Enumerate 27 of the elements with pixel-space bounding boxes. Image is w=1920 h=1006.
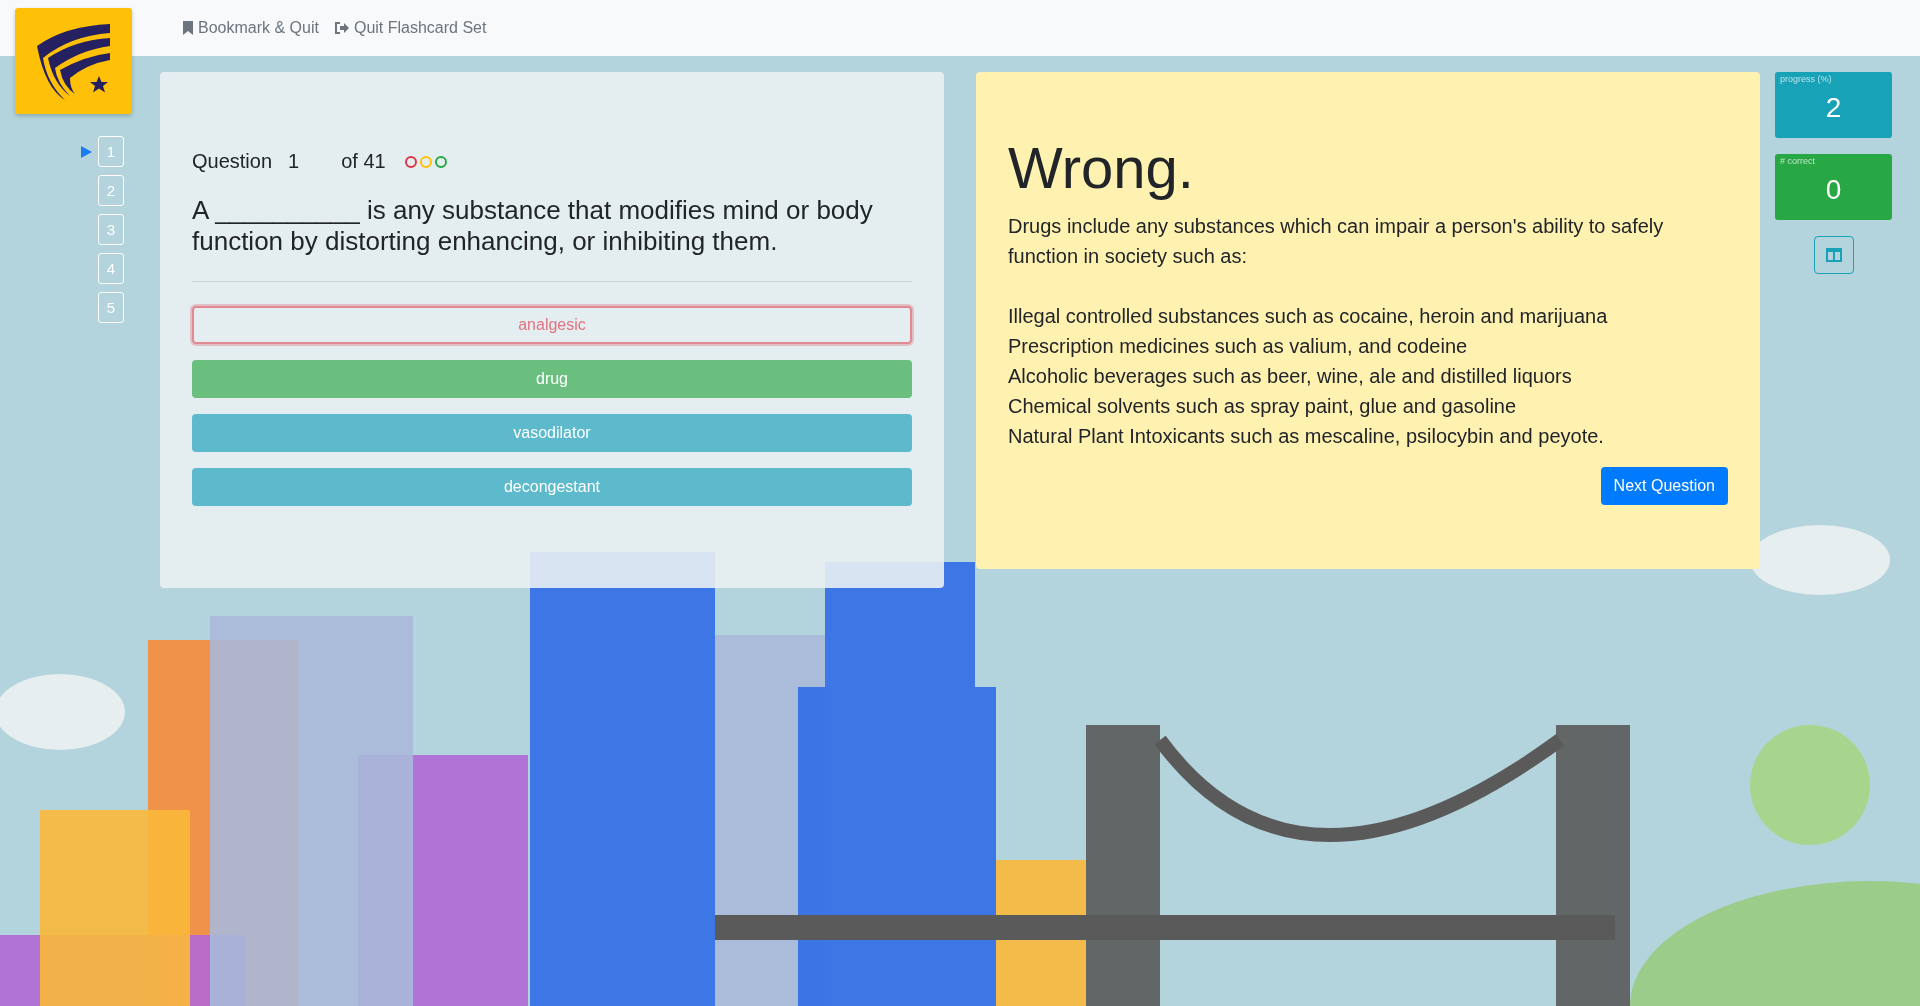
question-number-button[interactable]: 2: [98, 175, 124, 206]
question-label: Question: [192, 150, 273, 173]
feedback-title: Wrong.: [1008, 134, 1195, 201]
question-number: 1: [288, 150, 300, 173]
header-link[interactable]: Bookmark & Quit: [183, 19, 319, 37]
question-total: of 41: [341, 150, 386, 173]
next-question-button[interactable]: Next Question: [1600, 467, 1728, 505]
header-link[interactable]: Quit Flashcard Set: [334, 19, 487, 37]
question-number-button[interactable]: 5: [98, 292, 124, 323]
stat-value: 2: [1825, 92, 1842, 124]
feedback-line: Alcoholic beverages such as beer, wine, ale and distilled liquors: [1008, 364, 1573, 389]
feedback-text: Drugs include any substances which can impair a person's ability to safely function in society such as:: [1008, 214, 1665, 269]
feedback-line: Illegal controlled substances such as cocaine, heroin and marijuana: [1008, 304, 1609, 329]
stat-value: 0: [1825, 174, 1842, 206]
feedback-line: Prescription medicines such as valium, and codeine: [1008, 334, 1469, 359]
answer-button[interactable]: drug: [192, 360, 912, 398]
question-text: A __________ is any substance that modifies mind or body function by distorting enhancing, or inhibiting them.: [192, 195, 912, 282]
question-number-button[interactable]: 4: [98, 253, 124, 284]
answer-button[interactable]: decongestant: [192, 468, 912, 506]
feedback-line: Chemical solvents such as spray paint, glue and gasoline: [1008, 394, 1518, 419]
stat-label: progress (%): [1780, 74, 1832, 84]
stat-label: # correct: [1780, 156, 1815, 166]
answer-button[interactable]: vasodilator: [192, 414, 912, 452]
feedback-line: Natural Plant Intoxicants such as mescaline, psilocybin and peyote.: [1008, 424, 1605, 449]
question-number-button[interactable]: 3: [98, 214, 124, 245]
answer-button[interactable]: analgesic: [192, 306, 912, 344]
question-number-button[interactable]: 1: [98, 136, 124, 167]
